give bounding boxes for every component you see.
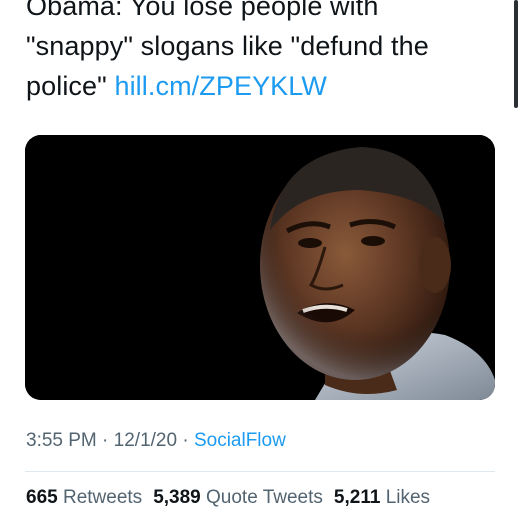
meta-separator: · <box>96 430 114 451</box>
tweet-source-link[interactable]: SocialFlow <box>194 430 286 451</box>
likes-count: 5,211 <box>333 487 381 508</box>
photo-of-speaker-image <box>25 135 495 400</box>
tweet-text-line-3: police" <box>26 71 107 101</box>
quote-tweets-stat[interactable]: 5,389 Quote Tweets <box>153 487 323 508</box>
tweet-media-photo[interactable] <box>25 135 495 400</box>
tweet-meta: 3:55 PM · 12/1/20 · SocialFlow <box>26 430 286 452</box>
meta-separator: · <box>177 430 194 451</box>
retweets-stat[interactable]: 665 Retweets <box>26 487 142 508</box>
tweet-time[interactable]: 3:55 PM <box>26 430 97 451</box>
tweet-date[interactable]: 12/1/20 <box>114 430 177 451</box>
tweet-text: Obama: You lose people with "snappy" slo… <box>26 0 496 106</box>
tweet-text-line-1: Obama: You lose people with <box>26 0 379 21</box>
quote-tweets-count: 5,389 <box>153 487 201 508</box>
retweets-label: Retweets <box>62 487 143 508</box>
likes-stat[interactable]: 5,211 Likes <box>334 487 430 508</box>
tweet-stats: 665 Retweets 5,389 Quote Tweets 5,211 Like… <box>26 487 441 509</box>
likes-label: Likes <box>385 487 431 508</box>
tweet-text-line-2: "snappy" slogans like "defund the <box>26 31 429 61</box>
retweets-count: 665 <box>26 487 58 508</box>
divider <box>25 471 495 472</box>
tweet-link[interactable]: hill.cm/ZPEYKLW <box>114 71 327 101</box>
scrollbar[interactable] <box>514 0 518 108</box>
quote-tweets-label: Quote Tweets <box>206 487 323 508</box>
